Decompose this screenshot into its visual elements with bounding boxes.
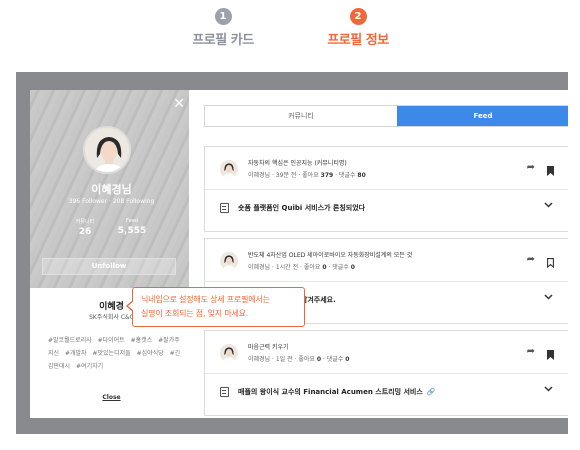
share-icon[interactable]: ➦	[527, 254, 535, 265]
screenshot-frame: ✕ 이혜경님 396 Follower · 208 Following 커뮤니티…	[16, 72, 568, 434]
stat-feed: Feed 5,555	[112, 218, 152, 236]
feed-panel: 커뮤니티 Feed 자동차의 핵심은 인공지능 (커뮤니티명) 이혜경님 · 3…	[189, 90, 568, 418]
step-label: 프로필 카드	[192, 33, 254, 48]
tag[interactable]: #맛있는디저들	[92, 350, 130, 357]
post-source-title[interactable]: 마음근력 키우기	[248, 342, 289, 351]
step-label: 프로필 정보	[327, 33, 389, 48]
comments-label: 댓글수	[338, 172, 356, 179]
comments-count: 80	[357, 172, 366, 179]
post-author[interactable]: 이혜경님	[248, 172, 270, 179]
tab-bar: 커뮤니티 Feed	[204, 105, 568, 127]
tag[interactable]: #홈캣스	[131, 337, 153, 344]
post-meta: 이혜경님 · 39분 전 · 좋아요 379 · 댓글수 80	[248, 172, 366, 179]
comments-label: 댓글수	[332, 264, 349, 271]
tooltip-arrow-inner	[128, 301, 134, 311]
post-time: 1시간 전	[275, 264, 299, 271]
post-source-title[interactable]: 반도체 4차산업 OLED 세아이로바이오 자동화장비설계의 모든 것	[248, 250, 412, 259]
feed-post: 마음근력 키우기 이혜경님 · 1일 전 · 좋아요 0 · 댓글수 0 ➦ 매…	[204, 330, 568, 416]
tag[interactable]: #개발자	[65, 350, 87, 357]
step-profile-info: 2 프로필 정보	[313, 8, 403, 48]
stat-value: 5,555	[117, 226, 147, 236]
post-meta: 이혜경님 · 1시간 전 · 좋아요 0 · 댓글수 0	[248, 264, 355, 271]
close-icon[interactable]: ✕	[173, 96, 185, 112]
follow-counts: 396 Follower · 208 Following	[30, 198, 193, 205]
hint-tooltip: 닉네임으로 설정해도 상세 프로필에서는 실명이 조회되는 점, 잊지 마세요.	[126, 287, 305, 327]
followers-count[interactable]: 396 Follower	[69, 198, 107, 205]
likes-label: 좋아요	[298, 356, 315, 363]
divider	[205, 373, 568, 374]
post-time: 39분 전	[275, 172, 297, 179]
likes-count: 0	[322, 264, 327, 271]
share-icon[interactable]: ➦	[527, 346, 535, 357]
bookmark-icon[interactable]	[547, 345, 554, 360]
author-avatar[interactable]	[220, 252, 238, 270]
post-time: 1일 전	[275, 356, 293, 363]
tag[interactable]: #다이어트	[98, 337, 125, 344]
author-avatar[interactable]	[220, 160, 238, 178]
avatar	[83, 126, 131, 174]
author-avatar[interactable]	[220, 344, 238, 362]
bookmark-icon[interactable]	[547, 161, 554, 176]
comments-count: 0	[350, 264, 355, 271]
likes-label: 좋아요	[302, 172, 319, 179]
content-title-text: 매플의 왕이식 교수의 Financial Acumen 스트리밍 서비스	[238, 388, 423, 396]
stat-community: 커뮤니티 26	[70, 218, 100, 237]
chevron-down-icon[interactable]	[544, 385, 553, 394]
stat-label: 커뮤니티	[75, 219, 95, 225]
tab-community[interactable]: 커뮤니티	[205, 106, 397, 126]
bookmark-outline-icon[interactable]	[547, 253, 554, 269]
likes-label: 좋아요	[303, 264, 321, 271]
post-author[interactable]: 이혜경님	[248, 264, 270, 271]
document-icon	[220, 203, 229, 213]
comments-label: 댓글수	[326, 356, 344, 363]
stat-value: 26	[78, 227, 92, 237]
profile-nickname: 이혜경님	[91, 183, 132, 196]
close-link[interactable]: Close	[30, 394, 193, 401]
chevron-down-icon[interactable]	[544, 201, 553, 210]
content-title[interactable]: 숏폼 플랫폼인 Quibi 서비스가 론칭되었다	[238, 203, 365, 213]
profile-card-header: ✕ 이혜경님 396 Follower · 208 Following 커뮤니티…	[30, 90, 193, 288]
tooltip-line: 닉네임으로 설정해도 상세 프로필에서는	[141, 295, 270, 304]
tag[interactable]: #말코뭘드로리사	[48, 337, 92, 344]
post-meta: 이혜경님 · 1일 전 · 좋아요 0 · 댓글수 0	[248, 356, 350, 363]
divider	[205, 189, 568, 190]
likes-count: 0	[316, 356, 321, 363]
unfollow-button[interactable]: Unfollow	[42, 258, 176, 275]
post-source-title[interactable]: 자동차의 핵심은 인공지능 (커뮤니티명)	[248, 158, 347, 167]
step-profile-card: 1 프로필 카드	[178, 8, 268, 48]
share-icon[interactable]: ➦	[527, 162, 535, 173]
comments-count: 0	[345, 356, 350, 363]
interest-tags: #말코뭘드로리사 #다이어트 #홈캣스 #팔가주지신 #개발자 #맛있는디저들 …	[48, 334, 183, 373]
following-count[interactable]: 208 Following	[113, 198, 154, 205]
document-icon	[220, 387, 229, 397]
attachment-icon: 🔗	[426, 388, 436, 396]
tooltip-line: 실명이 조회되는 점, 잊지 마세요.	[141, 309, 249, 318]
step-number: 1	[214, 8, 232, 25]
step-number: 2	[349, 8, 367, 25]
tag[interactable]: #심야식당	[137, 350, 164, 357]
profile-card: ✕ 이혜경님 396 Follower · 208 Following 커뮤니티…	[30, 90, 193, 418]
tag[interactable]: #여기자기	[76, 363, 103, 370]
likes-count: 379	[320, 172, 334, 179]
content-title[interactable]: 매플의 왕이식 교수의 Financial Acumen 스트리밍 서비스 🔗	[238, 387, 436, 397]
feed-post: 자동차의 핵심은 인공지능 (커뮤니티명) 이혜경님 · 39분 전 · 좋아요…	[204, 146, 568, 232]
stat-label: Feed	[126, 218, 138, 224]
divider	[205, 281, 568, 282]
post-author[interactable]: 이혜경님	[248, 356, 270, 363]
tab-feed[interactable]: Feed	[397, 106, 568, 126]
chevron-down-icon[interactable]	[544, 293, 553, 302]
